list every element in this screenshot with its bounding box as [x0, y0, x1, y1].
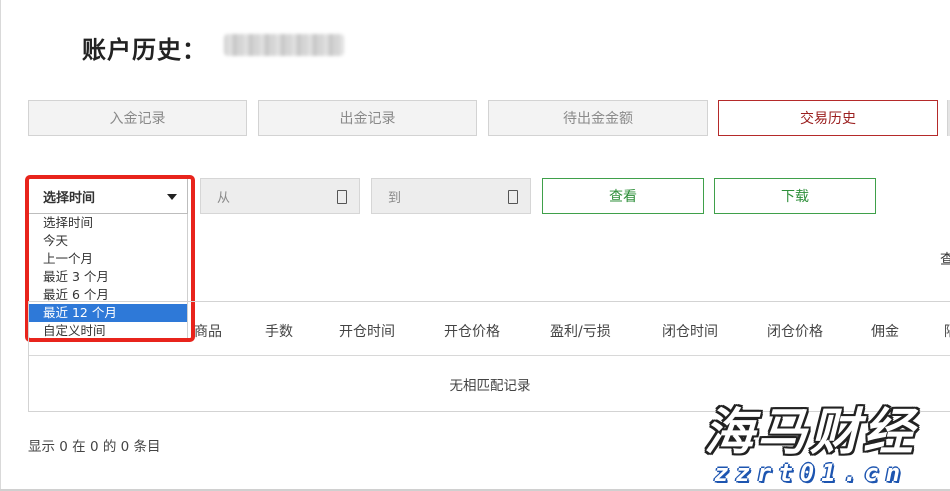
- option-select-time[interactable]: 选择时间: [29, 214, 187, 232]
- column-header-open-time[interactable]: 开仓时间: [339, 321, 395, 341]
- account-number-redacted: [224, 34, 344, 56]
- caret-down-icon: [167, 194, 177, 200]
- column-header-commission[interactable]: 佣金: [871, 321, 899, 341]
- from-date-input[interactable]: 从: [200, 178, 360, 214]
- column-header-lots[interactable]: 手数: [265, 321, 293, 341]
- period-select[interactable]: 选择时间: [28, 178, 188, 214]
- from-date-placeholder: 从: [217, 190, 231, 206]
- tab-trade-history[interactable]: 交易历史: [718, 100, 938, 136]
- view-button[interactable]: 查看: [542, 178, 704, 214]
- tab-deposit-records[interactable]: 入金记录: [28, 100, 247, 136]
- page-title: 账户历史：: [82, 36, 207, 64]
- option-today[interactable]: 今天: [29, 232, 187, 250]
- truncated-search-label: 查: [940, 252, 950, 268]
- to-date-placeholder: 到: [388, 190, 402, 206]
- to-date-input[interactable]: 到: [371, 178, 531, 214]
- option-last-3-months[interactable]: 最近 3 个月: [29, 268, 187, 286]
- calendar-icon[interactable]: [508, 190, 518, 204]
- column-header-profit-loss[interactable]: 盈利/亏损: [550, 321, 611, 341]
- tab-withdrawal-records[interactable]: 出金记录: [258, 100, 477, 136]
- period-select-value: 选择时间: [43, 190, 96, 206]
- column-header-close-time[interactable]: 闭仓时间: [662, 321, 718, 341]
- pagination-summary: 显示 0 在 0 的 0 条目: [28, 439, 161, 455]
- column-header-symbol[interactable]: 商品: [194, 321, 222, 341]
- download-button[interactable]: 下载: [714, 178, 876, 214]
- watermark-url: zzrt01.cn: [714, 459, 908, 487]
- column-header-overnight[interactable]: 隔: [944, 321, 950, 341]
- frame-left-border: [0, 0, 1, 491]
- calendar-icon[interactable]: [337, 190, 347, 204]
- column-header-close-price[interactable]: 闭仓价格: [767, 321, 823, 341]
- watermark-brand: 海马财经: [704, 403, 916, 461]
- tab-pending-withdrawal[interactable]: 待出金金额: [488, 100, 708, 136]
- column-header-open-price[interactable]: 开仓价格: [444, 321, 500, 341]
- table-header: 商品 手数 开仓时间 开仓价格 盈利/亏损 闭仓时间 闭仓价格 佣金 隔: [29, 302, 950, 356]
- option-last-month[interactable]: 上一个月: [29, 250, 187, 268]
